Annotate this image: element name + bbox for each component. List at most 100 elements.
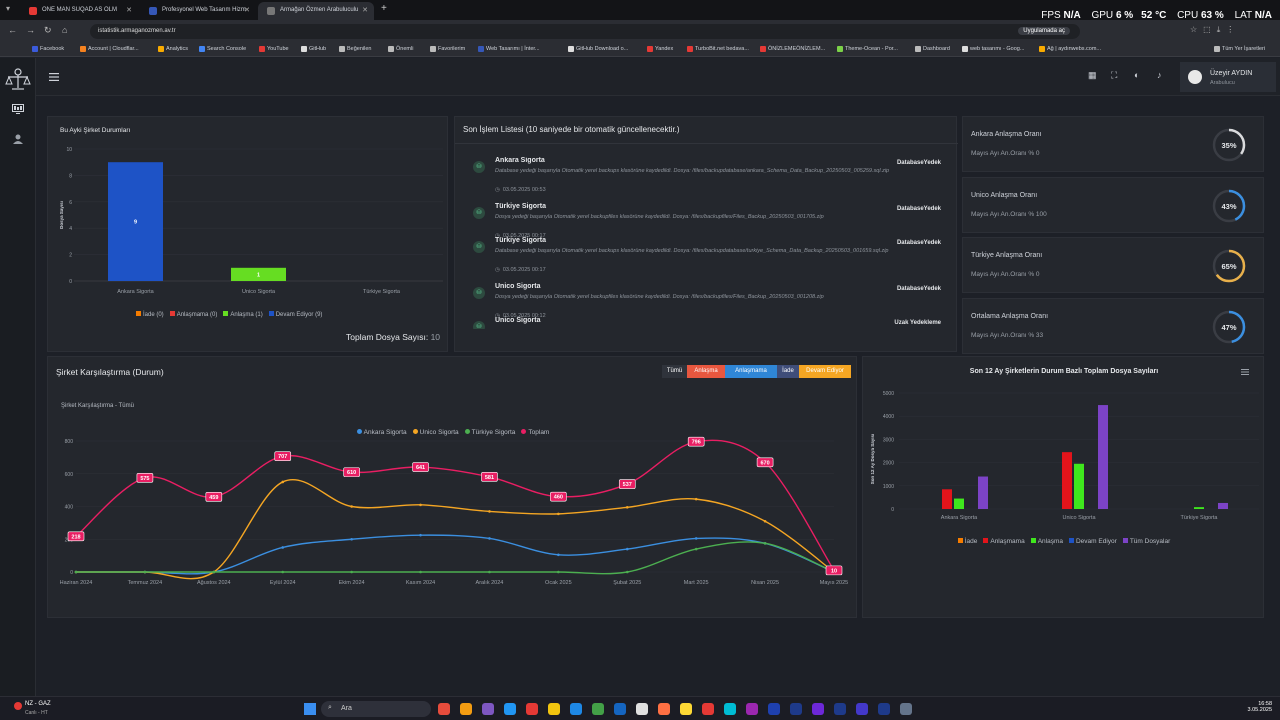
theme-toggle-icon[interactable]: ◐ bbox=[1134, 70, 1139, 80]
taskbar-search[interactable]: ⌕ Ara bbox=[321, 701, 431, 717]
series-point[interactable] bbox=[694, 497, 698, 501]
bar[interactable] bbox=[1074, 463, 1084, 509]
home-icon[interactable]: ⌂ bbox=[62, 25, 67, 35]
series-point[interactable] bbox=[419, 533, 422, 537]
bookmark-item[interactable]: Theme-Ocean - Por... bbox=[837, 46, 898, 52]
taskbar-app-icon[interactable] bbox=[526, 703, 538, 715]
series-point[interactable] bbox=[763, 519, 767, 523]
series-point[interactable] bbox=[625, 506, 629, 509]
series-point[interactable] bbox=[350, 537, 353, 541]
taskbar-app-icon[interactable] bbox=[878, 703, 890, 715]
browser-tab[interactable]: Armağan Özmen Arabuluculu ✕ bbox=[258, 2, 374, 20]
bar[interactable] bbox=[1098, 405, 1108, 509]
bar[interactable] bbox=[954, 498, 964, 509]
bookmark-item[interactable]: Beğenilen bbox=[339, 46, 371, 52]
bar[interactable] bbox=[942, 489, 952, 509]
bookmark-item[interactable]: Yandex bbox=[647, 46, 673, 52]
bookmark-item[interactable]: Ağ | aydınwebs.com... bbox=[1039, 46, 1101, 52]
series-point[interactable] bbox=[557, 512, 560, 516]
reload-icon[interactable]: ↻ bbox=[44, 25, 52, 36]
series-point[interactable] bbox=[350, 505, 353, 508]
browser-actions[interactable]: ☆⬚⤓⋮ bbox=[1190, 25, 1240, 35]
filter-button[interactable]: İade bbox=[777, 365, 799, 378]
filter-button[interactable]: Devam Ediyor bbox=[799, 365, 851, 378]
legend-item[interactable]: Devam Ediyor bbox=[1068, 538, 1117, 545]
series-point[interactable] bbox=[625, 570, 629, 574]
bookmark-item[interactable]: Tüm Yer İşaretleri bbox=[1214, 46, 1265, 52]
filter-button[interactable]: Tümü bbox=[662, 365, 687, 378]
taskbar-app-icon[interactable] bbox=[790, 703, 802, 715]
legend-item[interactable]: İade bbox=[957, 538, 977, 545]
tab-close-icon[interactable]: ✕ bbox=[362, 6, 368, 14]
taskbar-app-icon[interactable] bbox=[504, 703, 516, 715]
back-icon[interactable]: ← bbox=[8, 25, 17, 35]
bar[interactable] bbox=[1194, 507, 1204, 509]
taskbar-app-icon[interactable] bbox=[636, 703, 648, 715]
browser-tab[interactable]: Profesyonel Web Tasarım Hizm ✕ bbox=[140, 2, 256, 20]
bookmark-item[interactable]: ÖNİZLEMEÖNİZLEM... bbox=[760, 46, 825, 52]
legend-item[interactable]: Tüm Dosyalar bbox=[1122, 538, 1170, 545]
bookmark-item[interactable]: TurboBit.net bedava... bbox=[687, 46, 749, 52]
bookmark-item[interactable]: Account | Cloudflar... bbox=[80, 46, 139, 52]
legend-item[interactable]: İade (0) bbox=[136, 311, 164, 318]
filter-button[interactable]: Anlaşmama bbox=[725, 365, 777, 378]
series-point[interactable] bbox=[488, 537, 491, 540]
activity-item[interactable]: ⛁ Ankara Sigorta DatabaseYedek Database yed… bbox=[463, 157, 947, 197]
taskbar-app-icon[interactable] bbox=[834, 703, 846, 715]
bookmark-item[interactable]: Analytics bbox=[158, 46, 188, 52]
dashboard-monitor-icon[interactable] bbox=[12, 104, 24, 114]
series-point[interactable] bbox=[419, 503, 422, 507]
taskbar-app-icon[interactable] bbox=[702, 703, 714, 715]
filter-button[interactable]: Anlaşma bbox=[687, 365, 725, 378]
series-point[interactable] bbox=[350, 570, 353, 574]
bookmark-item[interactable]: Favorilerim bbox=[430, 46, 465, 52]
activity-item[interactable]: ⛁ Unico Sigorta Uzak Yedekleme bbox=[463, 317, 947, 329]
browser-tab[interactable]: ONE MAN SUQAD AS OLM ✕ bbox=[20, 2, 138, 20]
new-tab-button[interactable]: + bbox=[381, 3, 387, 14]
taskbar-app-icon[interactable] bbox=[548, 703, 560, 715]
start-icon[interactable] bbox=[304, 703, 316, 715]
bookmark-item[interactable]: GitHub Download o... bbox=[568, 46, 628, 52]
apps-grid-icon[interactable]: ▦ bbox=[1088, 70, 1097, 81]
bar[interactable] bbox=[978, 476, 988, 509]
bar[interactable] bbox=[1218, 502, 1228, 509]
url-field[interactable]: istatistik.armaganozmen.av.tr Uygulamada… bbox=[90, 24, 1080, 39]
open-in-app-button[interactable]: Uygulamada aç bbox=[1018, 27, 1070, 35]
user-icon[interactable] bbox=[13, 134, 23, 144]
fullscreen-icon[interactable]: ⛶ bbox=[1111, 70, 1117, 81]
legend-item[interactable]: Anlaşmama bbox=[983, 538, 1025, 545]
taskbar-app-icon[interactable] bbox=[724, 703, 736, 715]
taskbar-app-icon[interactable] bbox=[856, 703, 868, 715]
series-point[interactable] bbox=[488, 510, 491, 513]
series-point[interactable] bbox=[488, 570, 491, 574]
taskbar-app-icon[interactable] bbox=[658, 703, 670, 715]
series-point[interactable] bbox=[625, 547, 629, 551]
bookmark-item[interactable]: Önemli bbox=[388, 46, 413, 52]
taskbar-app-icon[interactable] bbox=[460, 703, 472, 715]
taskbar-app-icon[interactable] bbox=[570, 703, 582, 715]
series-point[interactable] bbox=[212, 570, 216, 574]
taskbar-app-icon[interactable] bbox=[768, 703, 780, 715]
taskbar-app-icon[interactable] bbox=[592, 703, 604, 715]
bookmark-item[interactable]: Web Tasarımı | İnter... bbox=[478, 46, 540, 52]
notifications-bell-icon[interactable]: ♪ bbox=[1157, 70, 1162, 80]
series-point[interactable] bbox=[557, 570, 560, 574]
taskbar-app-icon[interactable] bbox=[812, 703, 824, 715]
series-point[interactable] bbox=[281, 480, 285, 484]
taskbar-app-icon[interactable] bbox=[746, 703, 758, 715]
series-point[interactable] bbox=[694, 537, 698, 540]
series-point[interactable] bbox=[74, 570, 78, 574]
bookmark-item[interactable]: Dashboard bbox=[915, 46, 950, 52]
taskbar-app-icon[interactable] bbox=[680, 703, 692, 715]
menu-toggle-icon[interactable] bbox=[49, 73, 59, 81]
bookmark-item[interactable]: web tasarımı - Goog... bbox=[962, 46, 1024, 52]
tab-list-icon[interactable]: ▾ bbox=[6, 4, 10, 13]
bookmark-item[interactable]: Facebook bbox=[32, 46, 64, 52]
taskbar-app-icon[interactable] bbox=[482, 703, 494, 715]
legend-item[interactable]: Anlaşma (1) bbox=[223, 311, 263, 318]
activity-item[interactable]: ⛁ Türkiye Sigorta DatabaseYedek Database ye… bbox=[463, 237, 947, 277]
bookmark-item[interactable]: YouTube bbox=[259, 46, 289, 52]
clock[interactable]: 16:58 3.05.2025 bbox=[1248, 701, 1272, 713]
series-point[interactable] bbox=[419, 570, 422, 574]
series-point[interactable] bbox=[281, 546, 285, 549]
